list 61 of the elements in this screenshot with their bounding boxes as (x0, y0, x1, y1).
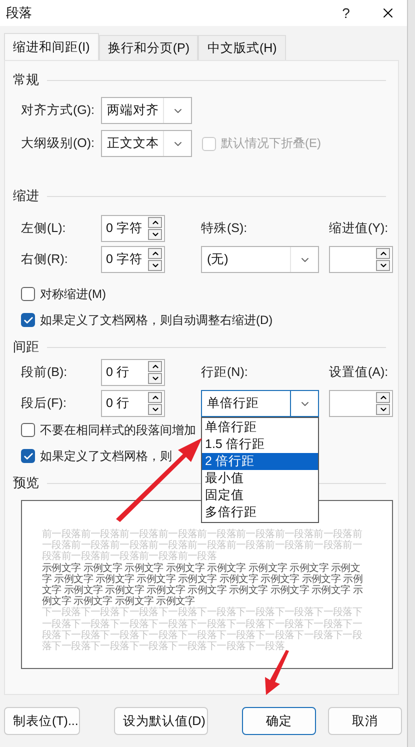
dialog-button[interactable]: 取消 (328, 707, 402, 735)
dialog-button[interactable]: 设为默认值(D) (114, 707, 208, 735)
number-field[interactable] (329, 246, 393, 273)
field-label: 左侧(L): (21, 220, 67, 237)
tab[interactable]: 中文版式(H) (198, 35, 286, 60)
number-field[interactable] (329, 390, 393, 417)
field-label: 右侧(R): (21, 251, 69, 268)
checkbox-label: 默认情况下折叠(E) (221, 135, 321, 152)
dropdown-field[interactable]: 正文文本 (101, 130, 192, 157)
field-label: 缩进值(Y): (329, 220, 390, 237)
dialog-button[interactable]: 确定 (242, 707, 316, 735)
spin-down-button[interactable] (376, 260, 390, 271)
spin-down-button[interactable] (148, 373, 162, 384)
spin-down-button[interactable] (376, 404, 390, 415)
spin-up-button[interactable] (148, 361, 162, 372)
section-heading: 间距 (13, 338, 39, 356)
number-field[interactable]: 0 行 (101, 390, 165, 417)
checkbox[interactable] (21, 287, 35, 301)
dropdown-field[interactable]: 单倍行距 (201, 390, 319, 417)
spin-up-button[interactable] (148, 248, 162, 259)
spin-down-button[interactable] (148, 404, 162, 415)
number-field[interactable]: 0 行 (101, 359, 165, 386)
dropdown-field[interactable]: 两端对齐 (101, 97, 192, 124)
field-label: 段后(F): (21, 395, 68, 412)
checkbox[interactable] (21, 449, 35, 463)
check-icon (22, 450, 34, 462)
spin-up-button[interactable] (148, 217, 162, 228)
window-title: 段落 (6, 4, 33, 22)
spin-up-button[interactable] (376, 392, 390, 403)
checkbox-label: 对称缩进(M) (40, 286, 106, 302)
number-field[interactable]: 0 字符 (101, 215, 165, 242)
spin-down-button[interactable] (148, 260, 162, 271)
spin-down-button[interactable] (148, 229, 162, 240)
spin-up-button[interactable] (376, 248, 390, 259)
tab[interactable]: 缩进和间距(I) (4, 33, 99, 60)
preview-text: 示例文字 示例文字 示例文字 示例文字 示例文字 示例文字 示例文字 示例文字 示例文字 示例文字 示例文字 示例文字 示例文字 示例文字 示例文字 示例文字 示例文字 示例文字 示例文字 示例文字 示例文字 示例文字 示例文字 示例文字 示例文字 示例文字 示例文字 (42, 562, 364, 608)
field-label: 行距(N): (201, 364, 249, 381)
field-label: 大纲级别(O): (21, 135, 96, 152)
checkbox-label: 如果定义了文档网格，则 (40, 448, 172, 464)
preview-text: 前一段落前一段落前一段落前一段落前一段落前一段落前一段落前一段落前一段落前一段落前一段落前一段落前一段落前一段落前一段落前一段落前一段落前一段落前一段落前一段落前一段落 (42, 529, 364, 562)
checkbox[interactable] (21, 313, 35, 327)
field-label: 设置值(A): (329, 364, 390, 381)
tab[interactable]: 换行和分页(P) (98, 35, 198, 60)
field-label: 段前(B): (21, 364, 68, 381)
section-heading: 常规 (13, 71, 39, 89)
preview-text: 下一段落下一段落下一段落下一段落下一段落下一段落下一段落下一段落下一段落下一段落下一段落下一段落下一段落下一段落下一段落下一段落下一段落下一段落下一段落下一段落下一段落下一段落下一段落下一段落下一段落下一段落下一段落下一段落下一段落下一段落下一段落 (42, 607, 364, 652)
checkbox-label: 不要在相同样式的段落间增加 (40, 422, 196, 438)
field-label: 对齐方式(G): (21, 102, 96, 119)
check-icon (22, 314, 34, 326)
checkbox[interactable] (21, 423, 35, 437)
dialog-button[interactable]: 制表位(T)... (4, 707, 80, 735)
help-button[interactable]: ? (331, 5, 361, 21)
annotation-arrow (265, 650, 289, 695)
dropdown-field[interactable]: (无) (201, 246, 319, 273)
section-heading: 缩进 (13, 187, 39, 205)
number-field[interactable]: 0 字符 (101, 246, 165, 273)
dropdown-option[interactable]: 2 倍行距 (202, 453, 318, 470)
field-label: 特殊(S): (201, 220, 248, 237)
section-heading: 预览 (13, 474, 39, 492)
spin-up-button[interactable] (148, 392, 162, 403)
checkbox-label: 如果定义了文档网格，则自动调整右缩进(D) (40, 312, 273, 328)
